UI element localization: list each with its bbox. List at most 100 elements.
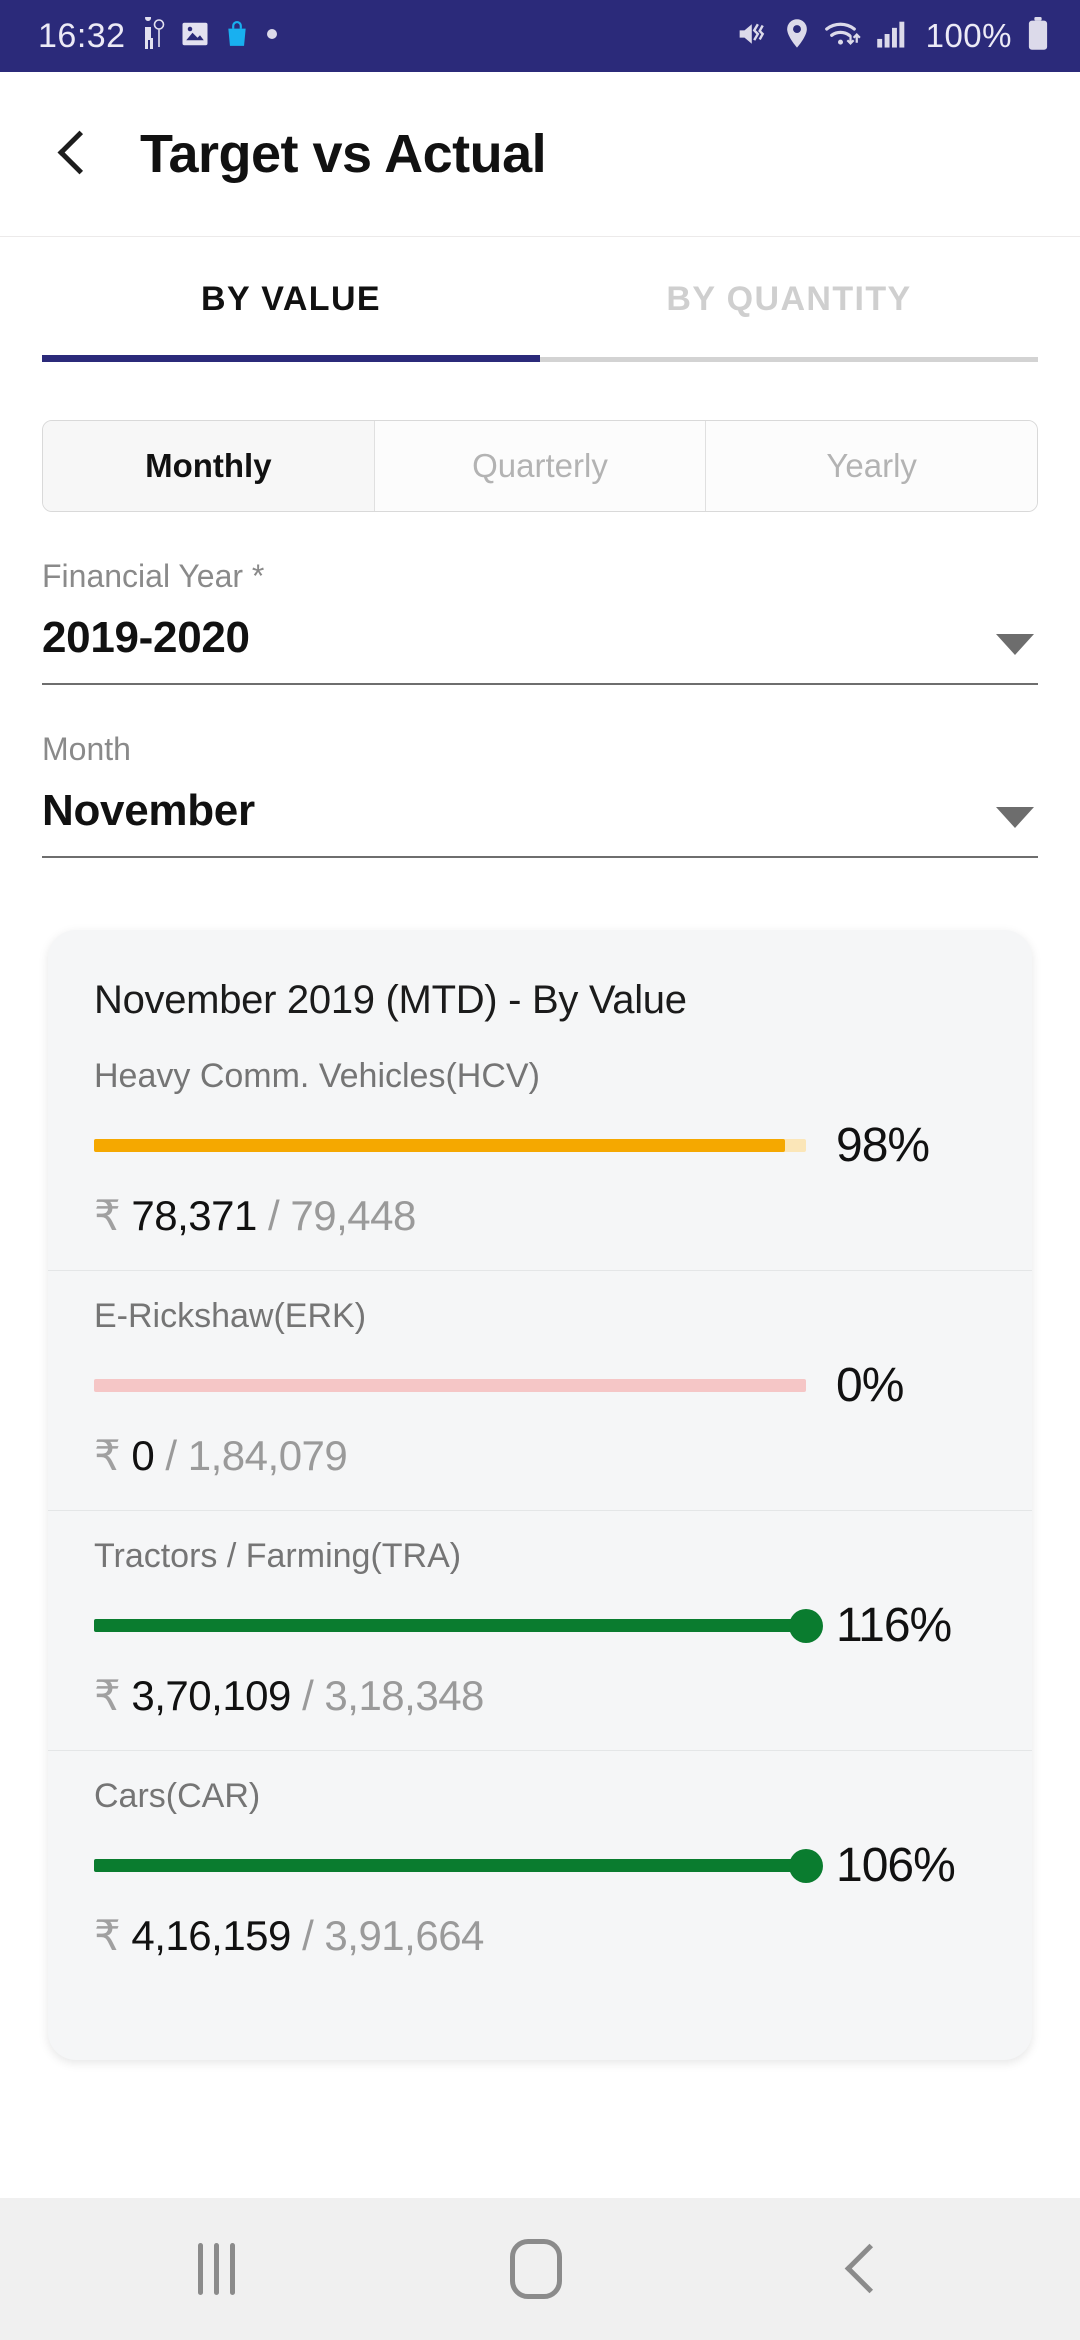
category-name: E-Rickshaw(ERK) xyxy=(94,1297,367,1335)
status-bar-left: 16:32 xyxy=(38,14,280,56)
progress-row: 116% xyxy=(94,1598,986,1653)
image-icon xyxy=(180,19,210,54)
wifi-icon xyxy=(824,19,862,54)
actual-value: 0 xyxy=(131,1432,155,1479)
month-field[interactable]: Month November xyxy=(0,731,1080,858)
percent-label: 106% xyxy=(836,1839,956,1892)
progress-bar-wrap xyxy=(94,1139,806,1152)
amount-line: ₹ 4,16,159 / 3,91,664 xyxy=(94,1911,986,1960)
financial-year-field[interactable]: Financial Year * 2019-2020 xyxy=(0,558,1080,685)
category-row-list: Heavy Comm. Vehicles(HCV) 98% ₹ 78,371 / 7… xyxy=(48,1031,1032,1990)
progress-track xyxy=(94,1848,823,1883)
rupee-icon: ₹ xyxy=(94,1912,121,1959)
progress-track xyxy=(94,1608,823,1643)
actual-value: 78,371 xyxy=(131,1192,257,1239)
actual-value: 4,16,159 xyxy=(131,1912,291,1959)
location-pin-icon xyxy=(784,18,810,55)
financial-year-label: Financial Year * xyxy=(42,558,265,594)
segment-monthly[interactable]: Monthly xyxy=(43,421,375,511)
status-bar-right: 100% xyxy=(736,16,1050,56)
amount-line: ₹ 78,371 / 79,448 xyxy=(94,1191,986,1240)
progress-fill xyxy=(94,1139,785,1152)
target-vs-actual-card: November 2019 (MTD) - By Value Heavy Com… xyxy=(48,930,1032,2060)
progress-track xyxy=(94,1139,806,1152)
financial-year-select[interactable]: 2019-2020 xyxy=(42,613,1038,685)
value-separator: / xyxy=(256,1192,291,1239)
percent-label: 98% xyxy=(836,1119,930,1172)
progress-knob xyxy=(789,1608,823,1643)
card-title: November 2019 (MTD) - By Value xyxy=(94,978,687,1022)
table-row: Heavy Comm. Vehicles(HCV) 98% ₹ 78,371 / 7… xyxy=(48,1031,1032,1271)
dot-icon xyxy=(264,26,280,47)
percent-label: 116% xyxy=(836,1599,952,1652)
month-label: Month xyxy=(42,731,131,767)
progress-row: 98% xyxy=(94,1118,986,1173)
app-bar: Target vs Actual xyxy=(0,72,1080,237)
segment-quarterly-label: Quarterly xyxy=(472,447,608,484)
month-value: November xyxy=(42,786,255,835)
page-title: Target vs Actual xyxy=(140,124,547,184)
percent-label: 0% xyxy=(836,1359,904,1412)
back-icon[interactable] xyxy=(838,2247,882,2291)
home-icon[interactable] xyxy=(510,2239,563,2299)
period-segmented-control: Monthly Quarterly Yearly xyxy=(42,420,1038,512)
navigation-arrow-icon xyxy=(140,14,166,56)
value-separator: / xyxy=(290,1912,325,1959)
rupee-icon: ₹ xyxy=(94,1672,121,1719)
page-spacer xyxy=(0,2060,1080,2198)
category-name: Heavy Comm. Vehicles(HCV) xyxy=(94,1057,540,1095)
period-selector-wrap: Monthly Quarterly Yearly xyxy=(0,362,1080,512)
signal-bars-icon xyxy=(876,19,908,54)
back-chevron-icon[interactable] xyxy=(48,128,100,180)
table-row: Cars(CAR) 106% ₹ 4,16,159 / 3,91,664 xyxy=(48,1751,1032,1990)
target-value: 3,91,664 xyxy=(324,1912,484,1959)
category-name: Tractors / Farming(TRA) xyxy=(94,1537,462,1575)
status-time: 16:32 xyxy=(38,16,126,55)
rupee-icon: ₹ xyxy=(94,1432,121,1479)
rupee-icon: ₹ xyxy=(94,1192,121,1239)
phone-screen: 16:32 100% Target vs Actual BY VALUE BY … xyxy=(0,0,1080,2340)
recents-icon[interactable] xyxy=(197,2243,235,2295)
android-nav-bar xyxy=(0,2198,1080,2340)
target-value: 79,448 xyxy=(290,1192,416,1239)
tab-bar: BY VALUE BY QUANTITY xyxy=(0,237,1080,362)
category-name: Cars(CAR) xyxy=(94,1777,261,1815)
tab-by-quantity[interactable]: BY QUANTITY xyxy=(540,237,1038,362)
tab-by-value-label: BY VALUE xyxy=(201,280,381,318)
financial-year-value: 2019-2020 xyxy=(42,613,250,662)
progress-knob xyxy=(789,1848,823,1883)
progress-row: 106% xyxy=(94,1838,986,1893)
segment-yearly[interactable]: Yearly xyxy=(706,421,1037,511)
mute-vibrate-icon xyxy=(736,19,770,54)
shopping-bag-icon xyxy=(224,19,250,54)
chevron-down-icon[interactable] xyxy=(996,634,1034,655)
segment-quarterly[interactable]: Quarterly xyxy=(374,421,707,511)
table-row: E-Rickshaw(ERK) 0% ₹ 0 / 1,84,079 xyxy=(48,1271,1032,1511)
battery-icon xyxy=(1026,16,1050,56)
progress-bar-wrap xyxy=(94,1608,823,1643)
table-row: Tractors / Farming(TRA) 116% ₹ 3,70,109 / … xyxy=(48,1511,1032,1751)
amount-line: ₹ 0 / 1,84,079 xyxy=(94,1431,986,1480)
tab-active-indicator xyxy=(42,355,540,362)
value-separator: / xyxy=(290,1672,325,1719)
chevron-down-icon[interactable] xyxy=(996,807,1034,828)
value-separator: / xyxy=(154,1432,188,1479)
segment-monthly-label: Monthly xyxy=(145,447,272,484)
progress-fill xyxy=(94,1619,806,1632)
progress-bar-wrap xyxy=(94,1379,806,1392)
battery-percent: 100% xyxy=(925,17,1012,54)
actual-value: 3,70,109 xyxy=(131,1672,291,1719)
progress-row: 0% xyxy=(94,1358,986,1413)
tab-by-value[interactable]: BY VALUE xyxy=(42,237,540,362)
progress-fill xyxy=(94,1859,806,1872)
summary-card-wrap: November 2019 (MTD) - By Value Heavy Com… xyxy=(0,858,1080,2060)
target-value: 1,84,079 xyxy=(187,1432,348,1479)
progress-track xyxy=(94,1379,806,1392)
progress-bar-wrap xyxy=(94,1848,823,1883)
segment-yearly-label: Yearly xyxy=(826,447,917,484)
target-value: 3,18,348 xyxy=(324,1672,484,1719)
tab-by-quantity-label: BY QUANTITY xyxy=(666,280,912,318)
status-bar: 16:32 100% xyxy=(0,0,1080,72)
amount-line: ₹ 3,70,109 / 3,18,348 xyxy=(94,1671,986,1720)
month-select[interactable]: November xyxy=(42,786,1038,858)
